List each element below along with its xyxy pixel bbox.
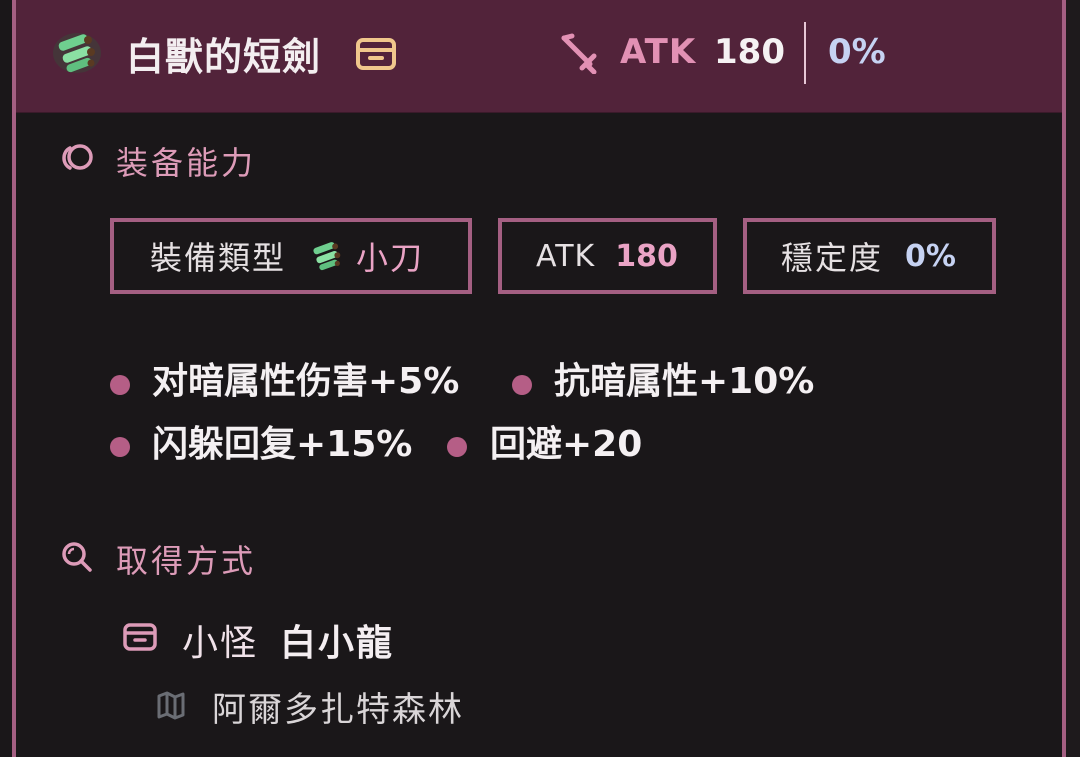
panel-border-right [1062,0,1066,757]
effect-bullet [447,437,467,457]
atk-stat-value: 180 [615,238,678,274]
dagger-weapon-icon [53,33,101,73]
header-divider-line [16,112,1062,113]
weapon-type-label: 裝備類型 [150,239,287,277]
item-title: 白獸的短劍 [126,35,322,79]
abilities-section-title: 装备能力 [116,144,257,182]
effect-dodge-recovery: 闪躲回复+15% [152,424,413,465]
monster-type-label: 小怪 [182,623,259,664]
header-stat-divider [804,22,806,84]
weapon-type-value: 小刀 [356,239,425,277]
header-atk-label: ATK [620,32,697,72]
header-stability-value: 0% [828,32,886,72]
atk-stat-label: ATK [536,238,596,274]
dagger-weapon-icon [313,242,341,271]
location-link[interactable]: 阿爾多扎特森林 [212,682,464,731]
effect-dark-damage: 对暗属性伤害+5% [152,361,460,402]
effect-bullet [512,375,532,395]
stability-stat-label: 穩定度 [781,239,884,277]
item-detail-panel: 白獸的短劍 ATK 180 0% 装备能力 裝備類型 小刀 ATK 180 穩定… [0,0,1080,757]
effect-dark-resist: 抗暗属性+10% [554,361,815,402]
acquisition-section-title: 取得方式 [116,542,257,580]
panel-edge [1066,0,1080,757]
monster-box-icon [123,623,157,651]
effect-evasion: 回避+20 [490,424,643,465]
effect-bullet [110,437,130,457]
atk-stat-box: ATK 180 [498,218,717,294]
header-atk-value: 180 [714,32,785,72]
weapon-type-box: 裝備類型 小刀 [110,218,472,294]
sword-attack-icon [561,33,597,74]
stability-stat-value: 0% [905,238,956,274]
monster-name-link[interactable]: 白小龍 [280,614,394,666]
effect-bullet [110,375,130,395]
map-icon [157,691,185,720]
search-icon [62,542,92,572]
stability-stat-box: 穩定度 0% [743,218,996,294]
spiral-icon [62,144,93,170]
panel-border-left [12,0,16,757]
storage-box-icon[interactable] [355,37,397,71]
